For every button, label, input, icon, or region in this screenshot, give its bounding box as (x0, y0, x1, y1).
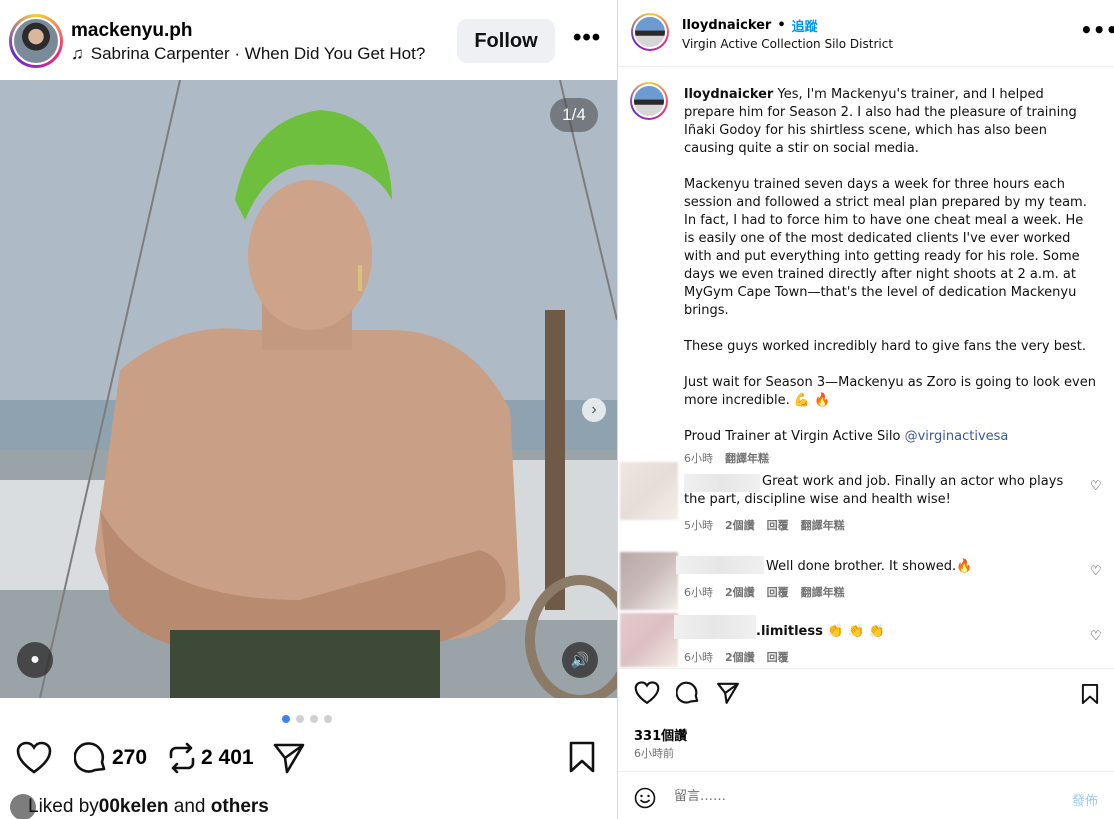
reply-link[interactable]: 回覆 (767, 649, 789, 665)
comment-like-heart-icon[interactable]: ♡ (1090, 479, 1102, 494)
carousel-dot (324, 715, 332, 723)
more-options-icon[interactable]: ••• (1080, 18, 1114, 42)
comment-likes[interactable]: 2個讚 (725, 517, 755, 533)
post-detail-panel: lloydnaicker • 追蹤 Virgin Active Collecti… (618, 0, 1114, 819)
comment-time[interactable]: 5小時 (684, 517, 713, 533)
instagram-post-screenshot: mackenyu.ph ♫ Sabrina Carpenter · When D… (0, 0, 1114, 819)
location-link[interactable]: Virgin Active Collection Silo District (682, 37, 893, 51)
comment-time[interactable]: 6小時 (684, 649, 713, 665)
translate-link[interactable]: 翻譯年糕 (725, 450, 769, 468)
comment-likes[interactable]: 2個讚 (725, 584, 755, 600)
next-image-chevron-icon[interactable]: › (582, 398, 606, 422)
liked-by-line: Liked by 00kelen and others (10, 794, 269, 819)
sound-toggle-icon[interactable]: 🔊 (562, 642, 598, 678)
liked-by-user[interactable]: 00kelen (99, 796, 169, 818)
post-author: lloydnaicker • 追蹤 (682, 16, 818, 35)
comment-meta: 6小時 2個讚 回覆 翻譯年糕 (684, 584, 845, 600)
comment-bubble-icon[interactable] (74, 741, 108, 775)
reply-link[interactable]: 回覆 (767, 517, 789, 533)
post-header: lloydnaicker • 追蹤 Virgin Active Collecti… (618, 0, 1114, 67)
blurred-avatar[interactable] (620, 613, 678, 667)
image-counter-badge: 1/4 (550, 98, 598, 132)
add-comment-bar: 發佈 (618, 771, 1114, 819)
reel-panel: mackenyu.ph ♫ Sabrina Carpenter · When D… (0, 0, 617, 819)
reel-header: mackenyu.ph ♫ Sabrina Carpenter · When D… (0, 0, 617, 80)
carousel-dot (282, 715, 290, 723)
music-label: Sabrina Carpenter · When Did You Get Hot… (90, 44, 426, 63)
share-send-icon[interactable] (272, 741, 306, 775)
comment-count: 270 (112, 746, 148, 769)
follow-button[interactable]: Follow (457, 19, 555, 63)
caption-time[interactable]: 6小時 (684, 450, 713, 468)
comment-time[interactable]: 6小時 (684, 584, 713, 600)
caption-paragraph-2: Mackenyu trained seven days a week for t… (684, 177, 1087, 318)
emoji-smiley-icon[interactable] (634, 787, 656, 813)
post-time: 6小時前 (634, 747, 674, 760)
tagged-users-icon[interactable]: ● (17, 642, 53, 678)
photo-illustration (0, 80, 617, 698)
repost-icon[interactable] (167, 741, 197, 775)
caption-username[interactable]: lloydnaicker (684, 87, 773, 102)
blurred-username (674, 615, 756, 639)
mention-link[interactable]: @virginactivesa (905, 429, 1009, 444)
comment-meta: 6小時 2個讚 回覆 (684, 649, 789, 665)
comment-like-heart-icon[interactable]: ♡ (1090, 564, 1102, 579)
reel-username[interactable]: mackenyu.ph (71, 20, 192, 42)
liked-by-and: and (168, 796, 211, 817)
comment-text: Great work and job. Finally an actor who… (684, 474, 1064, 507)
like-heart-icon[interactable] (634, 681, 660, 709)
translate-link[interactable]: 翻譯年糕 (801, 517, 845, 533)
caption-paragraph-5: Proud Trainer at Virgin Active Silo (684, 429, 905, 444)
post-comment-button[interactable]: 發佈 (1072, 790, 1098, 809)
music-info[interactable]: ♫ Sabrina Carpenter · When Did You Get H… (71, 44, 425, 64)
dot-separator: • (777, 18, 786, 33)
comment-meta: 5小時 2個讚 回覆 翻譯年糕 (684, 517, 845, 533)
post-caption: lloydnaicker Yes, I'm Mackenyu's trainer… (684, 86, 1096, 468)
comment-text: .limitless 👏 👏 👏 (756, 624, 885, 639)
follow-link[interactable]: 追蹤 (792, 16, 818, 35)
comment-like-heart-icon[interactable]: ♡ (1090, 629, 1102, 644)
blurred-avatar[interactable] (620, 462, 678, 520)
post-photo[interactable]: 1/4 › ● 🔊 (0, 80, 617, 698)
author-username[interactable]: lloydnaicker (682, 18, 771, 33)
comment-input[interactable] (674, 784, 1054, 808)
caption-avatar[interactable] (630, 82, 668, 120)
blurred-avatar[interactable] (620, 552, 678, 610)
carousel-dot (296, 715, 304, 723)
music-note-icon: ♫ (71, 44, 84, 63)
avatar[interactable] (9, 14, 63, 68)
caption-meta: 6小時 翻譯年糕 (684, 450, 1096, 468)
comment-text: Well done brother. It showed.🔥 (766, 559, 973, 574)
post-actions: 331個讚 6小時前 (618, 668, 1114, 770)
liked-by-others[interactable]: others (211, 796, 269, 818)
reply-link[interactable]: 回覆 (767, 584, 789, 600)
translate-link[interactable]: 翻譯年糕 (801, 584, 845, 600)
blurred-username (676, 556, 764, 574)
share-send-icon[interactable] (716, 681, 740, 709)
repost-count: 2 401 (201, 746, 254, 769)
caption-paragraph-4: Just wait for Season 3—Mackenyu as Zoro … (684, 375, 1096, 408)
comment-bubble-icon[interactable] (675, 681, 700, 709)
avatar[interactable] (631, 13, 669, 51)
carousel-dot (310, 715, 318, 723)
likes-count[interactable]: 331個讚 (634, 725, 687, 744)
caption-paragraph-3: These guys worked incredibly hard to giv… (684, 339, 1087, 354)
liked-by-prefix: Liked by (28, 796, 99, 817)
like-heart-icon[interactable] (16, 741, 52, 775)
comment-likes[interactable]: 2個讚 (725, 649, 755, 665)
more-options-icon[interactable]: ••• (573, 24, 601, 52)
save-bookmark-icon[interactable] (568, 740, 596, 774)
save-bookmark-icon[interactable] (1080, 683, 1100, 709)
reel-actions: 270 2 401 (16, 738, 606, 778)
carousel-dots (282, 715, 332, 723)
